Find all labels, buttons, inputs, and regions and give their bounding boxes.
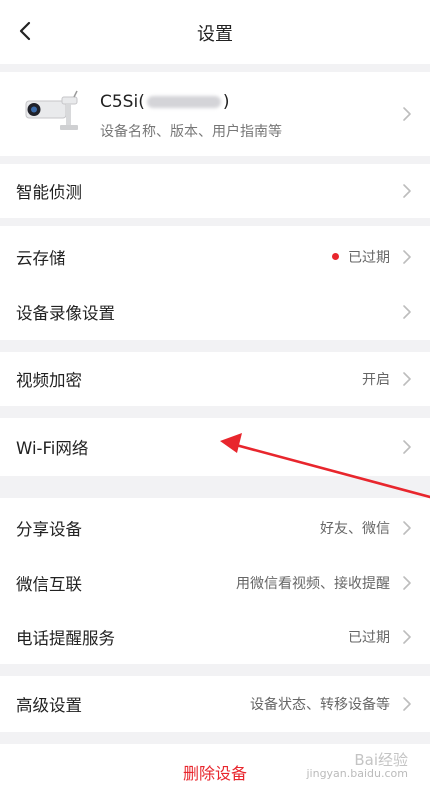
share-group: 分享设备 好友、微信 微信互联 用微信看视频、接收提醒 电话提醒服务 已过期 [0,498,430,664]
device-name-prefix: C5Si( [100,92,145,112]
row-label: 设备录像设置 [16,304,115,323]
chevron-right-icon [403,521,411,535]
encryption-group: 视频加密 开启 [0,352,430,406]
row-label: 分享设备 [16,520,82,539]
watermark-url: jingyan.baidu.com [306,767,408,780]
row-label: 云存储 [16,249,66,268]
video-encryption-row[interactable]: 视频加密 开启 [0,352,430,406]
row-label: 微信互联 [16,575,82,594]
header-bar: 设置 [0,0,430,64]
redacted-serial [146,96,221,108]
chevron-right-icon [403,576,411,590]
wechat-link-row[interactable]: 微信互联 用微信看视频、接收提醒 [0,556,430,610]
chevron-right-icon [403,250,411,264]
watermark: Bai经验 jingyan.baidu.com [306,751,408,781]
row-label: 视频加密 [16,371,82,390]
storage-group: 云存储 已过期 设备录像设置 [0,226,430,340]
chevron-right-icon [403,305,411,319]
wifi-network-row[interactable]: Wi-Fi网络 [0,420,430,474]
device-subtitle: 设备名称、版本、用户指南等 [100,124,282,140]
chevron-right-icon [403,630,411,644]
row-label: Wi-Fi网络 [16,439,89,458]
recording-settings-row[interactable]: 设备录像设置 [0,285,430,339]
chevron-right-icon [403,184,411,198]
row-label: 智能侦测 [16,183,82,202]
status-value: 已过期 [332,247,390,267]
row-label: 高级设置 [16,696,82,715]
row-value: 好友、微信 [320,521,390,537]
device-name: C5Si( ) [100,92,229,112]
chevron-right-icon [403,107,411,121]
chevron-right-icon [403,372,411,386]
watermark-title: Bai经验 [354,751,408,769]
chevron-right-icon [403,697,411,711]
row-value: 用微信看视频、接收提醒 [236,576,390,592]
smart-detection-row[interactable]: 智能侦测 [0,164,430,218]
detection-group: 智能侦测 [0,164,430,218]
wifi-group: Wi-Fi网络 [0,418,430,476]
phone-alert-row[interactable]: 电话提醒服务 已过期 [0,610,430,664]
device-info-row[interactable]: C5Si( ) 设备名称、版本、用户指南等 [0,72,430,156]
row-value: 开启 [362,372,390,388]
advanced-settings-row[interactable]: 高级设置 设备状态、转移设备等 [0,677,430,731]
row-value: 已过期 [348,630,390,646]
share-device-row[interactable]: 分享设备 好友、微信 [0,501,430,555]
status-dot [332,253,339,260]
cloud-storage-row[interactable]: 云存储 已过期 [0,230,430,284]
device-name-suffix: ) [222,92,230,112]
page-title: 设置 [197,24,233,45]
row-value: 设备状态、转移设备等 [250,697,390,713]
camera-icon [25,90,78,130]
delete-device-label: 删除设备 [182,764,247,783]
advanced-group: 高级设置 设备状态、转移设备等 [0,676,430,732]
row-label: 电话提醒服务 [16,629,115,648]
chevron-right-icon [403,440,411,454]
device-group: C5Si( ) 设备名称、版本、用户指南等 [0,72,430,156]
